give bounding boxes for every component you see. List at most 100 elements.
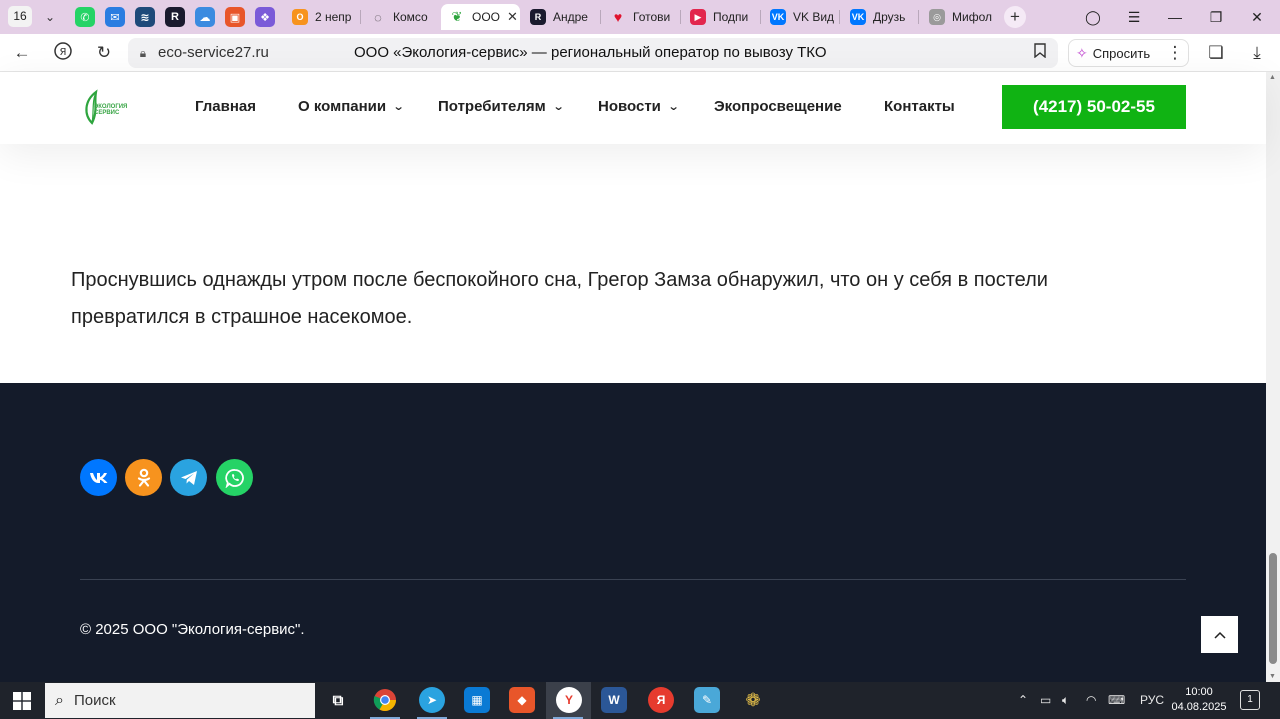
wifi-icon[interactable]: ◠ xyxy=(1086,682,1096,719)
heart-icon: ♥ xyxy=(613,9,623,25)
phone-button[interactable]: (4217) 50-02-55 xyxy=(1002,85,1186,129)
restore-button[interactable]: ❐ xyxy=(1201,5,1231,29)
tab-podpi[interactable]: ▶ Подпи xyxy=(682,4,758,30)
more-vertical-icon[interactable]: ⋮ xyxy=(1163,41,1187,65)
nav-home[interactable]: Главная xyxy=(195,72,256,142)
tab-andre[interactable]: R Андре xyxy=(522,4,597,30)
window-close-button[interactable]: ✕ xyxy=(1242,5,1272,29)
nav-news[interactable]: Новости ⌄ xyxy=(598,72,680,142)
chevron-down-icon: ⌄ xyxy=(552,101,565,113)
whatsapp-icon[interactable]: ✆ xyxy=(75,7,95,27)
telegram-icon[interactable] xyxy=(170,459,207,496)
taskbar-search[interactable]: ⌕ Поиск xyxy=(45,683,315,718)
mail-icon[interactable]: ✉ xyxy=(105,7,125,27)
tab-gotovi[interactable]: ♥ Готови xyxy=(602,4,678,30)
chrome-icon[interactable] xyxy=(372,687,398,713)
nav-label: Контакты xyxy=(884,98,955,115)
vk-icon[interactable] xyxy=(80,459,117,496)
nav-contacts[interactable]: Контакты xyxy=(884,72,955,142)
chevron-up-icon xyxy=(1213,631,1226,639)
keyboard-icon[interactable]: ⌨ xyxy=(1108,682,1125,719)
youtube-icon: ▶ xyxy=(690,9,706,25)
tab-separator xyxy=(680,10,681,24)
battery-icon[interactable]: ▭ xyxy=(1040,682,1051,719)
site-header: ЭКОЛОГИЯ СЕРВИС Главная О компании ⌄ Пот… xyxy=(0,72,1266,144)
language-indicator[interactable]: РУС xyxy=(1140,682,1164,719)
eco-leaf-icon: ❦ xyxy=(451,9,463,24)
reload-icon[interactable]: ↻ xyxy=(92,41,116,65)
word-icon[interactable]: W xyxy=(601,687,627,713)
logo-text: ЭКОЛОГИЯ СЕРВИС xyxy=(94,104,127,116)
yandex-icon[interactable]: Я xyxy=(51,41,75,65)
task-view-icon[interactable]: ⧉ xyxy=(325,687,351,713)
page-scrollbar[interactable]: ▲ ▼ xyxy=(1266,72,1280,682)
minimize-button[interactable]: — xyxy=(1160,5,1190,29)
tab-mifol[interactable]: ◎ Мифол xyxy=(921,4,997,30)
vk-icon: VK xyxy=(850,9,866,25)
search-placeholder: Поиск xyxy=(73,692,116,709)
profile-icon[interactable]: ◯ xyxy=(1078,5,1108,29)
nav-about[interactable]: О компании ⌄ xyxy=(298,72,405,142)
notes-icon[interactable]: ✎ xyxy=(694,687,720,713)
tray-chevron-up-icon[interactable]: ⌃ xyxy=(1018,682,1028,719)
tab-title: ООО xyxy=(472,10,501,24)
new-tab-button[interactable]: + xyxy=(1004,6,1026,28)
tab-komso[interactable]: ◌ Комсо xyxy=(362,4,437,30)
url-domain: eco-service27.ru xyxy=(158,44,269,61)
clock-date: 04.08.2025 xyxy=(1171,701,1227,713)
tab-druzya[interactable]: VK Друзь xyxy=(842,4,916,30)
scroll-down-arrow-icon[interactable]: ▼ xyxy=(1269,673,1276,680)
chevron-down-icon[interactable]: ⌄ xyxy=(40,7,60,27)
layers-icon[interactable]: ≋ xyxy=(135,7,155,27)
site-logo[interactable]: ЭКОЛОГИЯ СЕРВИС xyxy=(82,89,132,125)
bookmark-icon[interactable] xyxy=(1030,43,1050,63)
rutube-icon[interactable]: R xyxy=(165,7,185,27)
volume-icon[interactable]: 🔈︎ xyxy=(1062,682,1069,719)
brave-icon[interactable]: ◆ xyxy=(509,687,535,713)
nav-eco-education[interactable]: Экопросвещение xyxy=(714,72,842,142)
page-title: ООО «Экология-сервис» — региональный опе… xyxy=(354,44,827,61)
tab-count-badge[interactable]: 16 xyxy=(8,6,32,27)
search-icon: ⌕ xyxy=(55,691,64,709)
tab-ooo-active[interactable]: ❦ ООО ✕ xyxy=(441,4,520,30)
windows-start-button[interactable] xyxy=(0,682,44,719)
notifications-icon[interactable]: 1 xyxy=(1240,690,1260,710)
whatsapp-icon[interactable] xyxy=(216,459,253,496)
app-icon[interactable]: ▣ xyxy=(225,7,245,27)
chevron-down-icon: ⌄ xyxy=(392,101,405,113)
chevron-down-icon: ⌄ xyxy=(667,101,680,113)
telegram-icon[interactable]: ➤ xyxy=(419,687,445,713)
nav-consumers[interactable]: Потребителям ⌄ xyxy=(438,72,565,142)
cloud-icon[interactable]: ☁ xyxy=(195,7,215,27)
site-footer: © 2025 ООО "Экология-сервис". xyxy=(0,383,1266,682)
clock[interactable]: 10:00 04.08.2025 xyxy=(1168,685,1230,715)
back-arrow-icon[interactable]: ← xyxy=(10,41,34,65)
browser-tab-strip: 16 ⌄ ✆ ✉ ≋ R ☁ ▣ ❖ О 2 непр ◌ Комсо ❦ ОО… xyxy=(0,0,1280,34)
logo-line-2: СЕРВИС xyxy=(94,110,120,116)
tab-title: 2 непр xyxy=(315,10,352,24)
scroll-to-top-button[interactable] xyxy=(1201,616,1238,653)
tab-title: Мифол xyxy=(952,10,992,24)
tab-separator xyxy=(760,10,761,24)
tab-title: Комсо xyxy=(393,10,428,24)
yandex-browser-icon[interactable]: Y xyxy=(556,687,582,713)
scroll-thumb[interactable] xyxy=(1269,553,1277,664)
scroll-up-arrow-icon[interactable]: ▲ xyxy=(1269,74,1276,81)
lock-icon[interactable]: 🔒︎ xyxy=(136,44,150,62)
yandex-icon[interactable]: Я xyxy=(648,687,674,713)
close-icon[interactable]: ✕ xyxy=(507,9,518,25)
network-icon[interactable]: ❖ xyxy=(255,7,275,27)
tab-title: Андре xyxy=(553,10,588,24)
address-bar[interactable]: 🔒︎ eco-service27.ru ООО «Экология-сервис… xyxy=(128,38,1058,68)
tab-vk-video[interactable]: VK VK Вид xyxy=(762,4,836,30)
tab-2-nepr[interactable]: О 2 непр xyxy=(284,4,356,30)
odnoklassniki-icon[interactable] xyxy=(125,459,162,496)
collections-icon[interactable]: ❏ xyxy=(1204,41,1228,65)
clock-time: 10:00 xyxy=(1185,686,1213,698)
store-icon[interactable]: ▦ xyxy=(464,687,490,713)
download-icon[interactable]: ⤓ xyxy=(1245,41,1269,65)
tab-title: Друзь xyxy=(873,10,906,24)
menu-icon[interactable]: ☰ xyxy=(1119,5,1149,29)
nav-label: Главная xyxy=(195,98,257,115)
game-icon[interactable]: ❁ xyxy=(740,687,766,713)
